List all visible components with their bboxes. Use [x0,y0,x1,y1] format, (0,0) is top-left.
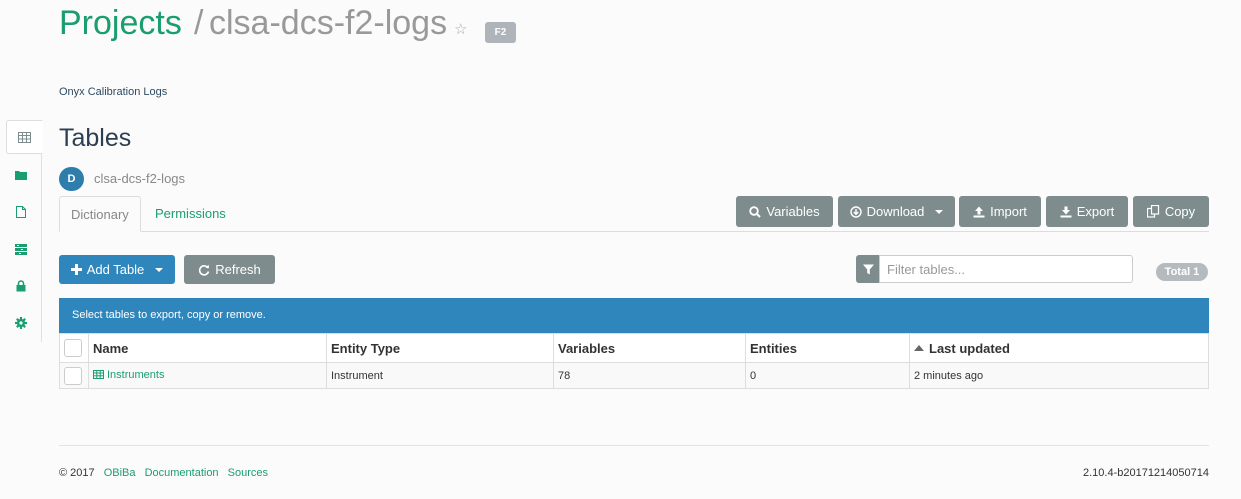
project-tag-badge: F2 [485,22,516,43]
tab-permissions[interactable]: Permissions [144,196,237,232]
datasource-name: clsa-dcs-f2-logs [94,171,186,186]
download-tray-icon [1060,206,1072,217]
column-header-variables[interactable]: Variables [553,333,746,363]
sidebar-item-permissions[interactable] [0,269,42,303]
footer-link-documentation[interactable]: Documentation [145,467,219,479]
cell-entity-type: Instrument [326,362,554,389]
table-header-row: Name Entity Type Variables Entities Last… [59,333,1209,363]
refresh-button-label: Refresh [215,262,261,277]
footer-link-obiba[interactable]: OBiBa [104,467,136,479]
add-table-dropdown-button[interactable]: Add Table [59,255,175,284]
table-name-label: Instruments [107,368,165,381]
row-select-cell [59,362,89,389]
sidebar-item-tables[interactable] [6,120,43,154]
filter-icon [862,264,874,274]
variables-button[interactable]: Variables [736,196,833,227]
variables-button-label: Variables [766,204,820,219]
export-button[interactable]: Export [1046,196,1128,227]
tables-table: Name Entity Type Variables Entities Last… [59,333,1209,389]
chevron-down-icon [935,209,944,214]
gear-icon [15,317,27,329]
table-name-link[interactable]: Instruments [93,369,164,381]
sidebar-item-files[interactable] [0,158,42,192]
sidebar-item-administration[interactable] [0,306,42,340]
breadcrumb-separator: / [194,4,204,42]
cell-variables: 78 [553,362,746,389]
select-all-checkbox[interactable] [64,339,82,357]
cell-last-updated: 2 minutes ago [909,362,1209,389]
folder-icon [15,171,27,180]
sidebar [0,120,43,342]
search-icon [749,205,762,218]
table-icon [93,370,104,380]
export-button-label: Export [1076,204,1115,219]
chevron-down-icon [155,267,164,272]
project-title: clsa-dcs-f2-logs [209,4,448,42]
project-description: Onyx Calibration Logs [59,86,168,98]
sort-ascending-icon [914,344,924,351]
column-header-entities[interactable]: Entities [745,333,910,363]
file-icon [16,206,26,218]
sidebar-item-tasks[interactable] [0,232,42,266]
filter-tables-input[interactable] [879,255,1133,283]
projects-breadcrumb-link[interactable]: Projects [59,4,182,43]
cell-entities: 0 [745,362,910,389]
copyright-text: © 2017 [59,467,95,479]
tab-dictionary[interactable]: Dictionary [59,196,141,232]
datasource-badge: D [59,167,84,191]
copy-button-label: Copy [1164,204,1196,219]
lock-icon [16,280,26,292]
column-header-entity-type[interactable]: Entity Type [326,333,554,363]
footer: © 2017 OBiBa Documentation Sources [59,467,268,479]
total-count-badge: Total 1 [1156,263,1208,281]
import-button[interactable]: Import [959,196,1041,227]
footer-divider [59,445,1209,446]
table-row: Instruments Instrument 78 0 2 minutes ag… [59,362,1209,389]
copy-icon [1146,205,1159,218]
page-title: Tables [59,124,132,152]
row-checkbox[interactable] [64,366,82,385]
download-icon [849,205,862,218]
footer-link-sources[interactable]: Sources [228,467,268,479]
star-icon[interactable]: ☆ [454,20,467,38]
download-button-label: Download [866,204,925,219]
tasks-icon [15,243,27,255]
refresh-button[interactable]: Refresh [184,255,275,284]
filter-addon [856,255,880,283]
download-dropdown-button[interactable]: Download [838,196,955,227]
table-icon [18,131,31,143]
import-button-label: Import [990,204,1027,219]
refresh-icon [199,264,210,276]
last-updated-header-label: Last updated [929,340,1010,356]
copy-button[interactable]: Copy [1133,196,1209,227]
sidebar-item-reports[interactable] [0,195,42,229]
add-table-button-label: Add Table [86,262,145,277]
column-header-last-updated[interactable]: Last updated [909,333,1209,363]
plus-icon [70,264,82,275]
version-text: 2.10.4-b20171214050714 [1082,467,1209,479]
select-all-cell [59,333,89,363]
column-header-name[interactable]: Name [88,333,327,363]
upload-icon [973,206,985,217]
selection-info-bar: Select tables to export, copy or remove. [59,298,1209,333]
cell-name: Instruments [88,362,327,389]
